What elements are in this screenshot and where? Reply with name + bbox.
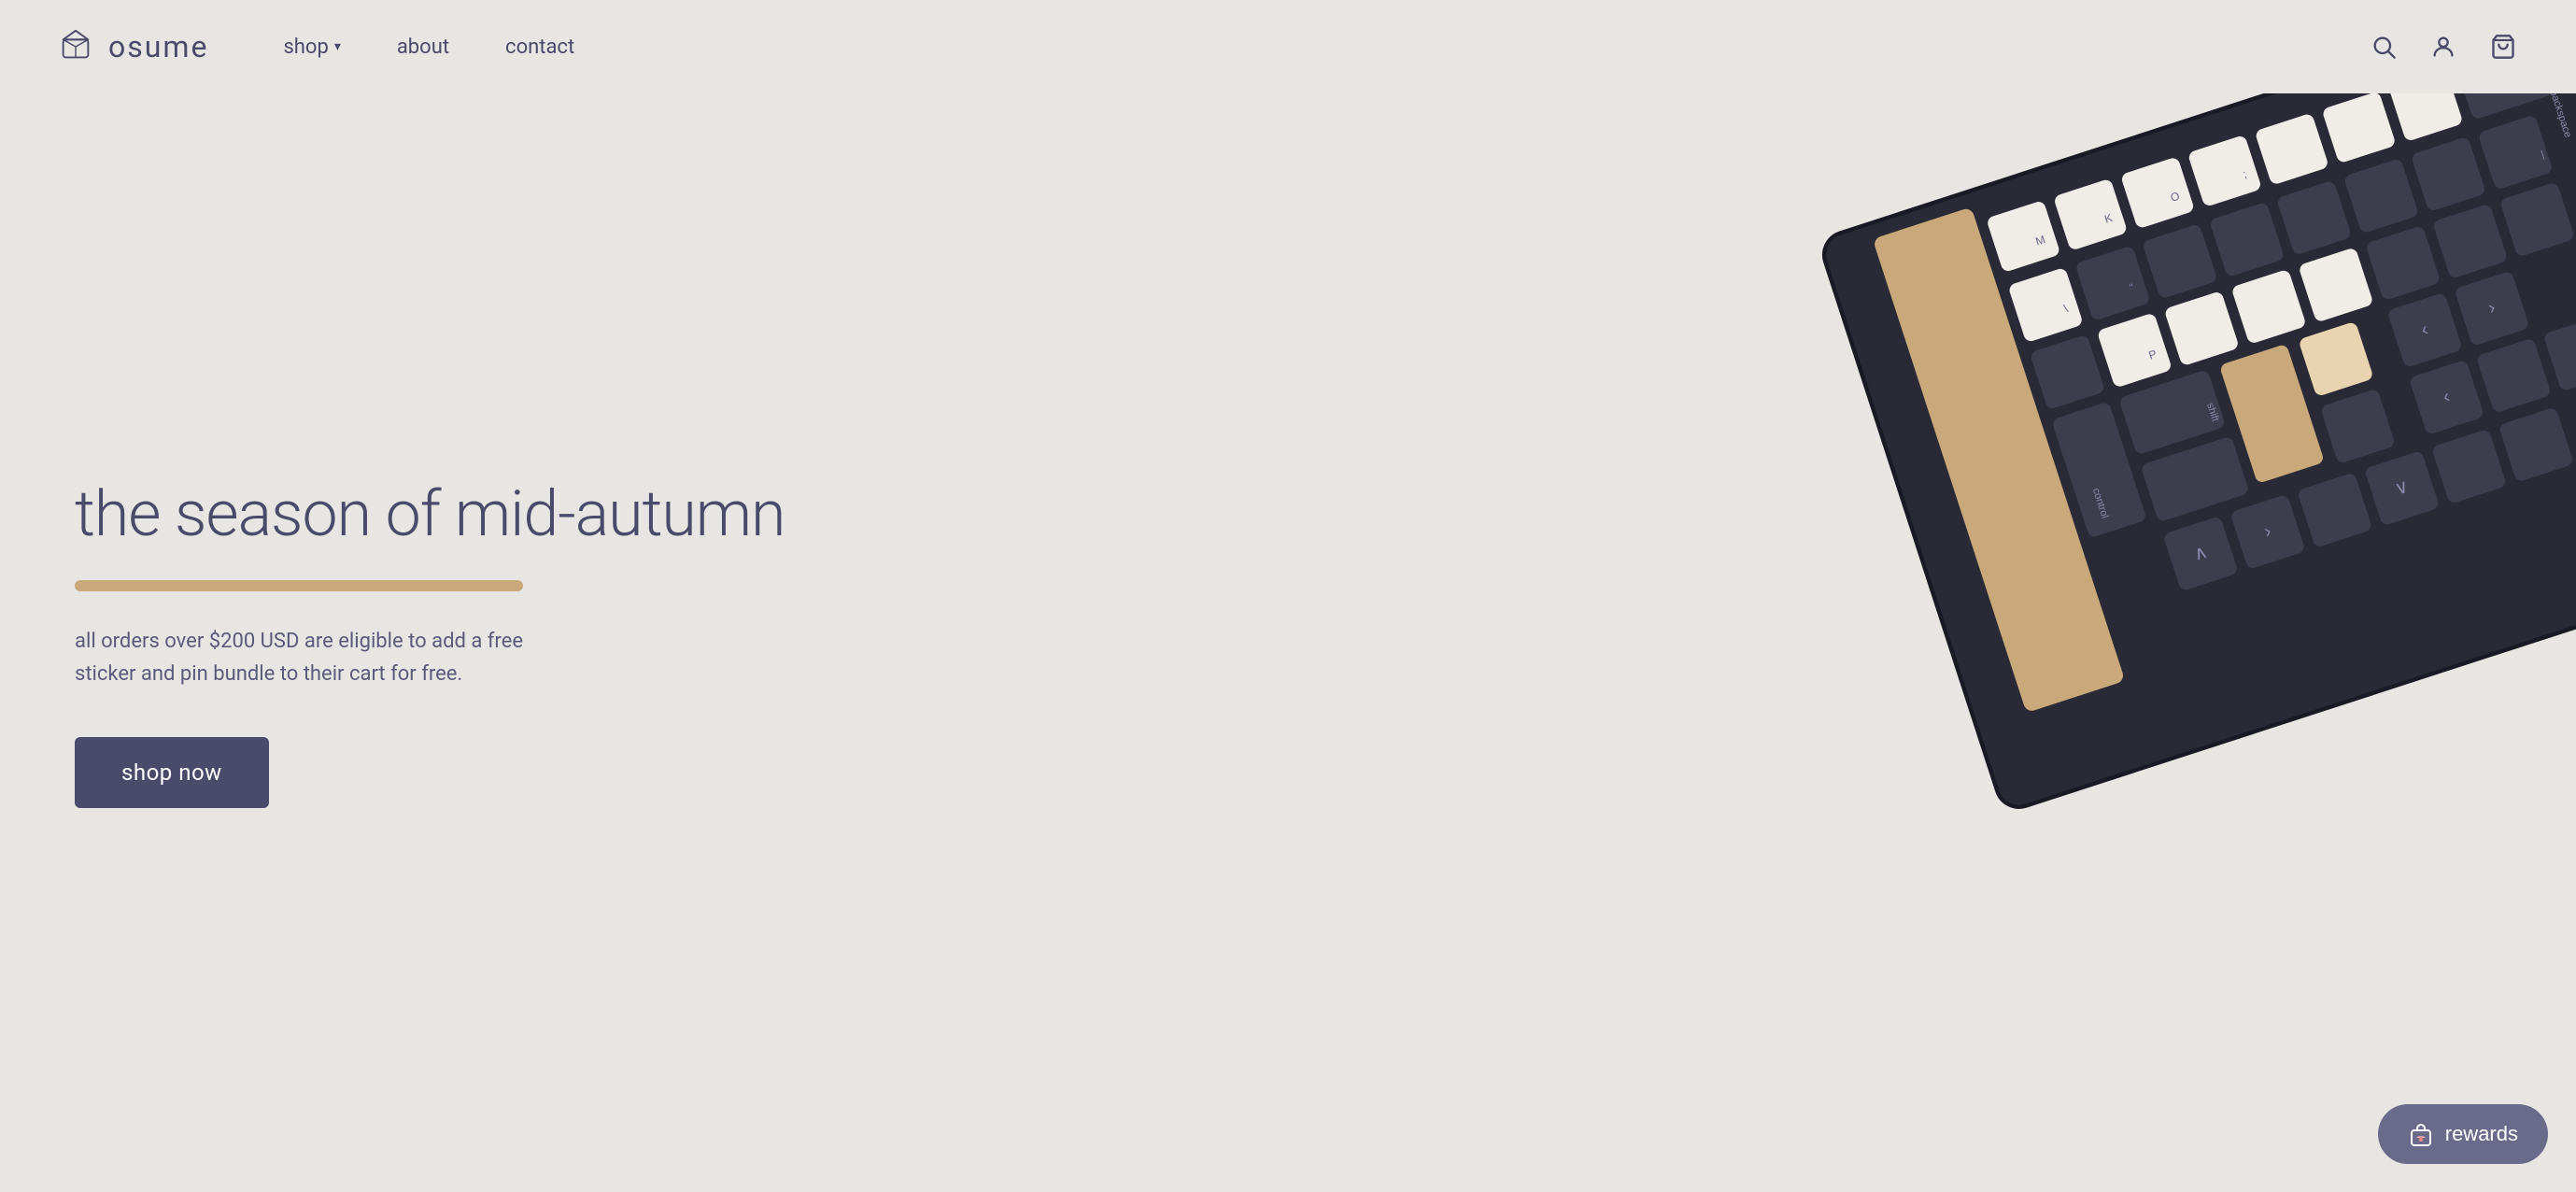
rewards-button[interactable]: rewards bbox=[2378, 1104, 2548, 1164]
hero-divider bbox=[75, 580, 523, 591]
nav-contact-link[interactable]: contact bbox=[505, 35, 574, 59]
nav-about-label: about bbox=[397, 35, 449, 59]
search-button[interactable] bbox=[2367, 30, 2400, 64]
rewards-label: rewards bbox=[2445, 1122, 2518, 1146]
brand-name: osume bbox=[108, 29, 208, 64]
cart-button[interactable] bbox=[2486, 30, 2520, 64]
nav-shop-label: shop bbox=[283, 35, 328, 59]
cart-icon bbox=[2490, 34, 2516, 60]
nav-about-link[interactable]: about bbox=[397, 35, 449, 59]
shop-now-button[interactable]: shop now bbox=[75, 737, 269, 808]
rewards-bag-icon bbox=[2408, 1121, 2434, 1147]
shop-chevron-down-icon: ▾ bbox=[334, 39, 341, 54]
nav-contact-label: contact bbox=[505, 35, 574, 59]
hero-content: the season of mid-autumn all orders over… bbox=[0, 93, 1288, 1192]
nav-shop-link[interactable]: shop ▾ bbox=[283, 35, 340, 59]
search-icon bbox=[2371, 34, 2397, 60]
hero-description: all orders over $200 USD are eligible to… bbox=[75, 625, 560, 690]
hero-section: the season of mid-autumn all orders over… bbox=[0, 93, 2576, 1192]
hero-title: the season of mid-autumn bbox=[75, 477, 1213, 550]
keyboard-illustration: M K O ; backspace \ " | P bbox=[1707, 93, 2576, 1056]
account-button[interactable] bbox=[2427, 30, 2460, 64]
logo-link[interactable]: osume bbox=[56, 27, 208, 66]
account-icon bbox=[2430, 34, 2456, 60]
logo-icon bbox=[56, 27, 95, 66]
nav-icons bbox=[2367, 30, 2520, 64]
nav-links: shop ▾ about contact bbox=[283, 35, 574, 59]
hero-image-area: M K O ; backspace \ " | P bbox=[1288, 93, 2576, 1192]
navbar: osume shop ▾ about contact bbox=[0, 0, 2576, 93]
